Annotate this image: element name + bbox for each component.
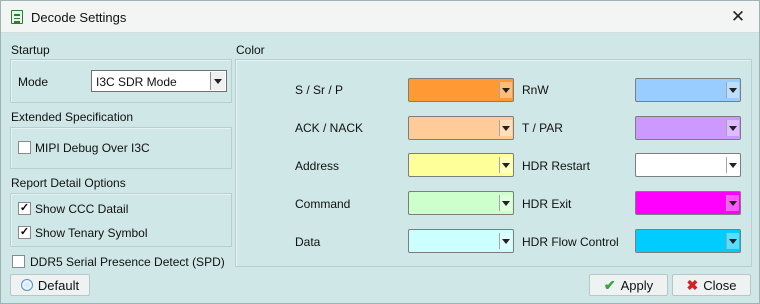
mipi-debug-label: MIPI Debug Over I3C xyxy=(35,141,150,155)
close-button[interactable]: ✖ Close xyxy=(672,274,751,296)
default-button[interactable]: Default xyxy=(10,274,90,296)
ddr5-spd-label: DDR5 Serial Presence Detect (SPD) xyxy=(30,255,225,269)
chevron-down-icon xyxy=(726,233,739,249)
color-label-hdr-exit: HDR Exit xyxy=(522,197,572,211)
default-radio-icon xyxy=(20,279,33,291)
color-label-hdr-flow-control: HDR Flow Control xyxy=(522,235,619,249)
close-icon[interactable]: ✕ xyxy=(725,5,751,29)
extended-group-title: Extended Specification xyxy=(11,110,134,124)
color-label-hdr-restart: HDR Restart xyxy=(522,159,591,173)
color-panel: S / Sr / P ACK / NACK Address Command Da… xyxy=(235,59,752,267)
color-picker-s-sr-p[interactable] xyxy=(408,78,514,102)
decode-settings-dialog: Decode Settings ✕ Startup Mode I3C SDR M… xyxy=(0,0,760,304)
color-picker-hdr-flow-control[interactable] xyxy=(635,229,741,253)
ddr5-spd-checkbox[interactable] xyxy=(12,255,25,268)
chevron-down-icon xyxy=(726,120,739,136)
apply-button[interactable]: ✔ Apply xyxy=(589,274,668,296)
chevron-down-icon xyxy=(499,82,512,98)
chevron-down-icon xyxy=(726,157,739,173)
color-label-ack-nack: ACK / NACK xyxy=(295,121,364,135)
color-picker-data[interactable] xyxy=(408,229,514,253)
startup-panel: Mode I3C SDR Mode xyxy=(10,59,232,103)
color-label-rnw: RnW xyxy=(522,83,549,97)
color-label-s-sr-p: S / Sr / P xyxy=(295,83,344,97)
chevron-down-icon xyxy=(499,195,512,211)
color-picker-t-par[interactable] xyxy=(635,116,741,140)
show-tenary-checkbox[interactable]: ✓ xyxy=(18,226,31,239)
checkmark-icon: ✔ xyxy=(603,277,616,293)
title-bar: Decode Settings ✕ xyxy=(1,1,759,33)
show-tenary-label: Show Tenary Symbol xyxy=(35,226,148,240)
mode-label: Mode xyxy=(18,75,49,89)
chevron-down-icon xyxy=(726,82,739,98)
document-list-icon xyxy=(11,10,23,24)
color-label-address: Address xyxy=(295,159,340,173)
close-button-label: Close xyxy=(703,277,737,293)
close-x-icon: ✖ xyxy=(686,277,699,293)
color-picker-address[interactable] xyxy=(408,153,514,177)
color-picker-hdr-exit[interactable] xyxy=(635,191,741,215)
chevron-down-icon xyxy=(499,120,512,136)
chevron-down-icon xyxy=(499,157,512,173)
color-label-t-par: T / PAR xyxy=(522,121,563,135)
color-picker-rnw[interactable] xyxy=(635,78,741,102)
extended-panel: MIPI Debug Over I3C xyxy=(10,127,232,169)
color-group-title: Color xyxy=(236,43,265,57)
color-picker-hdr-restart[interactable] xyxy=(635,153,741,177)
color-label-data: Data xyxy=(295,235,321,249)
show-ccc-checkbox[interactable]: ✓ xyxy=(18,202,31,215)
chevron-down-icon xyxy=(499,233,512,249)
report-panel: ✓ Show CCC Datail ✓ Show Tenary Symbol xyxy=(10,193,232,247)
chevron-down-icon xyxy=(210,72,225,90)
chevron-down-icon xyxy=(726,195,739,211)
report-group-title: Report Detail Options xyxy=(11,176,126,190)
window-title: Decode Settings xyxy=(31,10,127,25)
color-label-command: Command xyxy=(295,197,351,211)
color-picker-ack-nack[interactable] xyxy=(408,116,514,140)
color-picker-command[interactable] xyxy=(408,191,514,215)
mode-select-value: I3C SDR Mode xyxy=(96,75,177,89)
startup-group-title: Startup xyxy=(11,43,50,57)
show-ccc-label: Show CCC Datail xyxy=(35,202,129,216)
apply-button-label: Apply xyxy=(620,277,654,293)
default-button-label: Default xyxy=(37,277,80,293)
mode-select[interactable]: I3C SDR Mode xyxy=(91,70,227,92)
mipi-debug-checkbox[interactable] xyxy=(18,141,31,154)
